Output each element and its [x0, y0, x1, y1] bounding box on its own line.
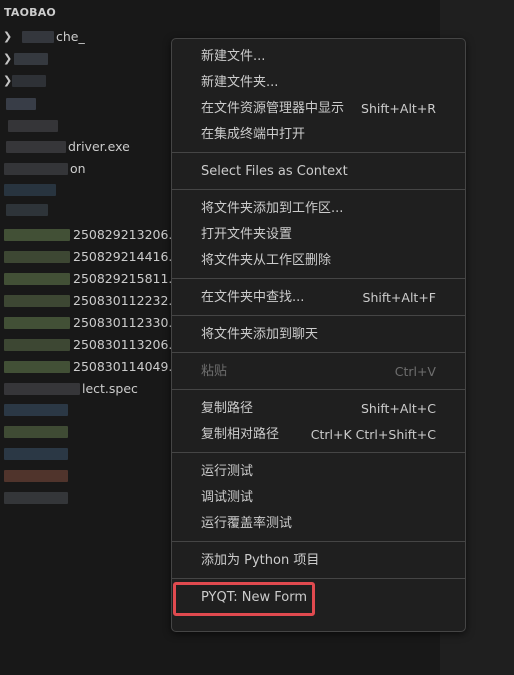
menu-item-shortcut: Shift+Alt+R — [361, 101, 436, 116]
menu-item-run-coverage-tests[interactable]: 运行覆盖率测试 — [172, 512, 465, 536]
menu-item-add-folder-to-workspace[interactable]: 将文件夹添加到工作区... — [172, 197, 465, 221]
blurred-item — [4, 492, 68, 504]
menu-separator — [172, 389, 465, 390]
menu-item-label: 调试测试 — [201, 490, 254, 505]
chevron-right-icon[interactable]: ❯ — [3, 26, 13, 48]
blurred-item — [6, 204, 48, 216]
context-menu: 新建文件... 新建文件夹... 在文件资源管理器中显示 Shift+Alt+R… — [171, 38, 466, 632]
menu-item-debug-tests[interactable]: 调试测试 — [172, 486, 465, 510]
menu-item-new-folder[interactable]: 新建文件夹... — [172, 71, 465, 95]
tree-item-label: che_ — [56, 29, 85, 44]
blurred-item — [6, 98, 36, 110]
tree-item-label: 250829215811.x — [73, 271, 180, 286]
menu-item-shortcut: Shift+Alt+F — [362, 290, 436, 305]
menu-item-copy-relative-path[interactable]: 复制相对路径 Ctrl+K Ctrl+Shift+C — [172, 423, 465, 447]
menu-separator — [172, 189, 465, 190]
menu-separator — [172, 541, 465, 542]
tree-item-label: 250830114049.x — [73, 359, 180, 374]
menu-item-label: 复制路径 — [201, 401, 254, 416]
tree-item-label: 250829213206.x — [73, 227, 180, 242]
highlight-annotation — [173, 582, 315, 616]
blurred-item — [4, 184, 56, 196]
menu-item-label: 粘贴 — [201, 364, 228, 379]
tree-item-label: lect.spec — [82, 381, 138, 396]
blurred-item — [4, 470, 68, 482]
menu-item-shortcut: Shift+Alt+C — [360, 401, 436, 416]
menu-item-label: 在文件夹中查找... — [201, 290, 305, 305]
tree-item-label: 250830112330.x — [73, 315, 180, 330]
menu-separator — [172, 315, 465, 316]
menu-item-copy-path[interactable]: 复制路径 Shift+Alt+C — [172, 397, 465, 421]
blurred-item — [4, 426, 68, 438]
menu-item-find-in-folder[interactable]: 在文件夹中查找... Shift+Alt+F — [172, 286, 465, 310]
menu-item-shortcut: Ctrl+V — [394, 364, 436, 379]
menu-item-add-python-project[interactable]: 添加为 Python 项目 — [172, 549, 465, 573]
menu-separator — [172, 452, 465, 453]
menu-item-shortcut: Ctrl+K Ctrl+Shift+C — [310, 427, 436, 442]
explorer-header: TAOBAO — [4, 6, 56, 19]
menu-item-new-file[interactable]: 新建文件... — [172, 45, 465, 69]
menu-item-label: 新建文件... — [201, 49, 266, 64]
menu-item-label: 运行测试 — [201, 464, 254, 479]
menu-item-reveal-in-explorer[interactable]: 在文件资源管理器中显示 Shift+Alt+R — [172, 97, 465, 121]
blurred-item — [4, 404, 68, 416]
menu-separator — [172, 578, 465, 579]
menu-separator — [172, 278, 465, 279]
menu-item-remove-folder-from-workspace[interactable]: 将文件夹从工作区删除 — [172, 249, 465, 273]
menu-item-label: 将文件夹从工作区删除 — [201, 253, 332, 268]
menu-item-label: 在文件资源管理器中显示 — [201, 101, 345, 116]
menu-separator — [172, 152, 465, 153]
chevron-right-icon[interactable]: ❯ — [3, 48, 13, 70]
blurred-item — [8, 120, 58, 132]
menu-separator — [172, 352, 465, 353]
menu-item-open-folder-settings[interactable]: 打开文件夹设置 — [172, 223, 465, 247]
menu-item-paste[interactable]: 粘贴 Ctrl+V — [172, 360, 465, 384]
menu-item-label: Select Files as Context — [201, 164, 348, 179]
menu-item-label: 将文件夹添加到聊天 — [201, 327, 319, 342]
menu-item-open-in-terminal[interactable]: 在集成终端中打开 — [172, 123, 465, 147]
menu-item-select-files-context[interactable]: Select Files as Context — [172, 160, 465, 184]
menu-item-label: 新建文件夹... — [201, 75, 279, 90]
blurred-item — [4, 448, 68, 460]
menu-item-label: 打开文件夹设置 — [201, 227, 293, 242]
tree-item-label: 250829214416.x — [73, 249, 180, 264]
tree-item-label: 250830112232.x — [73, 293, 180, 308]
menu-item-label: 运行覆盖率测试 — [201, 516, 293, 531]
menu-item-label: 复制相对路径 — [201, 427, 280, 442]
menu-item-label: 将文件夹添加到工作区... — [201, 201, 344, 216]
menu-item-label: 添加为 Python 项目 — [201, 553, 320, 568]
tree-item-label: 250830113206.x — [73, 337, 180, 352]
menu-item-add-folder-to-chat[interactable]: 将文件夹添加到聊天 — [172, 323, 465, 347]
menu-item-label: 在集成终端中打开 — [201, 127, 306, 142]
tree-item-label: on — [70, 161, 86, 176]
menu-item-run-tests[interactable]: 运行测试 — [172, 460, 465, 484]
tree-item-label: driver.exe — [68, 139, 130, 154]
